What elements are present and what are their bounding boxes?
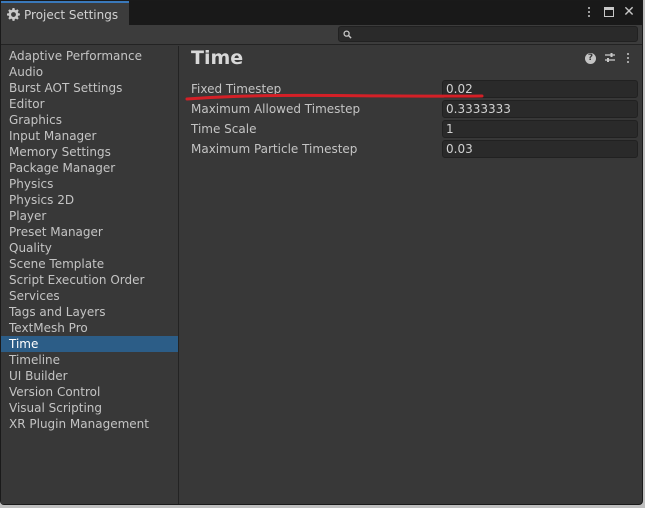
settings-menu-kebab-icon[interactable]	[624, 52, 632, 64]
sidebar-item-package-manager[interactable]: Package Manager	[1, 160, 178, 176]
settings-content: Time ? Fixed Timestep Maximum Allowed Ti…	[181, 46, 642, 504]
time-scale-input[interactable]	[442, 120, 638, 138]
sidebar-item-graphics[interactable]: Graphics	[1, 112, 178, 128]
field-label: Time Scale	[191, 122, 257, 136]
sidebar-item-physics-2d[interactable]: Physics 2D	[1, 192, 178, 208]
maximum-allowed-timestep-input[interactable]	[442, 100, 638, 118]
sidebar-item-audio[interactable]: Audio	[1, 64, 178, 80]
sidebar-item-tags-and-layers[interactable]: Tags and Layers	[1, 304, 178, 320]
sidebar-item-visual-scripting[interactable]: Visual Scripting	[1, 400, 178, 416]
preset-icon[interactable]	[604, 52, 616, 64]
sidebar-item-burst-aot-settings[interactable]: Burst AOT Settings	[1, 80, 178, 96]
tab-label: Project Settings	[24, 7, 119, 22]
search-input[interactable]	[356, 27, 626, 41]
search-field[interactable]	[338, 26, 638, 42]
sidebar-item-ui-builder[interactable]: UI Builder	[1, 368, 178, 384]
sidebar-item-preset-manager[interactable]: Preset Manager	[1, 224, 178, 240]
field-time-scale: Time Scale	[181, 120, 642, 138]
window-controls: ✕	[582, 4, 636, 20]
sidebar-item-services[interactable]: Services	[1, 288, 178, 304]
sidebar-item-physics[interactable]: Physics	[1, 176, 178, 192]
sidebar-item-editor[interactable]: Editor	[1, 96, 178, 112]
project-settings-window: Project Settings ✕ Adaptive Performance	[0, 0, 643, 505]
search-bar	[1, 25, 642, 45]
maximize-icon[interactable]	[602, 4, 616, 20]
red-underline-annotation	[185, 93, 484, 101]
sidebar-item-input-manager[interactable]: Input Manager	[1, 128, 178, 144]
sidebar-item-player[interactable]: Player	[1, 208, 178, 224]
maximum-particle-timestep-input[interactable]	[442, 140, 638, 158]
tab-project-settings[interactable]: Project Settings	[1, 1, 129, 26]
field-maximum-particle-timestep: Maximum Particle Timestep	[181, 140, 642, 158]
help-icon[interactable]: ?	[585, 52, 596, 64]
window-menu-kebab-icon[interactable]	[582, 4, 596, 20]
settings-sidebar: Adaptive Performance Audio Burst AOT Set…	[1, 46, 179, 504]
sidebar-item-textmesh-pro[interactable]: TextMesh Pro	[1, 320, 178, 336]
sidebar-item-adaptive-performance[interactable]: Adaptive Performance	[1, 48, 178, 64]
gear-icon	[7, 8, 20, 21]
header-icons: ?	[585, 52, 632, 64]
page-title: Time	[191, 47, 244, 69]
field-label: Maximum Particle Timestep	[191, 142, 358, 156]
tab-bar: Project Settings ✕	[1, 1, 642, 26]
field-label: Maximum Allowed Timestep	[191, 102, 361, 116]
search-icon	[343, 29, 352, 39]
sidebar-item-timeline[interactable]: Timeline	[1, 352, 178, 368]
sidebar-item-memory-settings[interactable]: Memory Settings	[1, 144, 178, 160]
sidebar-item-scene-template[interactable]: Scene Template	[1, 256, 178, 272]
sidebar-item-time[interactable]: Time	[1, 336, 178, 352]
sidebar-item-script-execution-order[interactable]: Script Execution Order	[1, 272, 178, 288]
field-maximum-allowed-timestep: Maximum Allowed Timestep	[181, 100, 642, 118]
close-icon[interactable]: ✕	[622, 4, 636, 20]
sidebar-item-xr-plugin-management[interactable]: XR Plugin Management	[1, 416, 178, 432]
sidebar-item-quality[interactable]: Quality	[1, 240, 178, 256]
sidebar-item-version-control[interactable]: Version Control	[1, 384, 178, 400]
